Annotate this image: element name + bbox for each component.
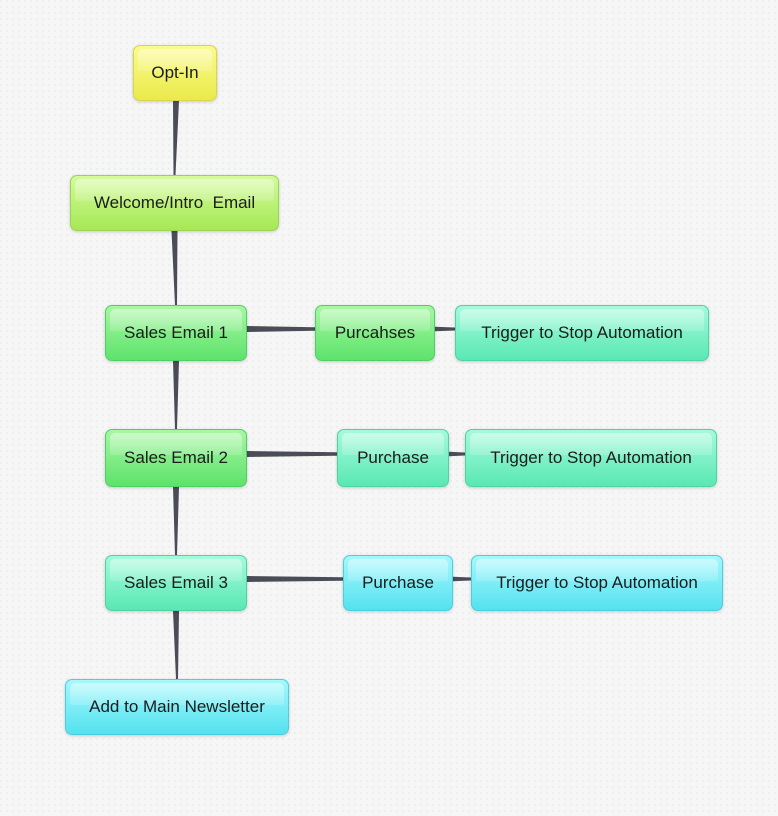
node-purchase-2[interactable]: Purchase [337,429,449,487]
connector-purchase1-to-trigger1 [435,326,455,332]
connector-purchase2-to-trigger2 [449,451,465,457]
node-trigger-stop-automation-2[interactable]: Trigger to Stop Automation [465,429,717,487]
node-label: Trigger to Stop Automation [481,323,683,342]
node-sales-email-3[interactable]: Sales Email 3 [105,555,247,611]
connector-sales3-to-newsletter [173,611,179,679]
node-label: Trigger to Stop Automation [496,573,698,592]
node-sales-email-2[interactable]: Sales Email 2 [105,429,247,487]
node-label: Sales Email 2 [124,448,228,467]
node-welcome-intro-email[interactable]: Welcome/Intro Email [70,175,279,231]
node-add-to-main-newsletter[interactable]: Add to Main Newsletter [65,679,289,735]
node-label: Purchase [362,573,434,592]
node-trigger-stop-automation-3[interactable]: Trigger to Stop Automation [471,555,723,611]
connector-sales2-to-purchase2 [247,451,337,457]
node-label: Trigger to Stop Automation [490,448,692,467]
node-label: Opt-In [151,63,199,82]
connector-optin-to-welcome [173,101,179,175]
node-purchase-1[interactable]: Purcahses [315,305,435,361]
node-label: Purcahses [334,323,416,342]
connector-sales1-to-purchase1 [247,326,315,332]
node-purchase-3[interactable]: Purchase [343,555,453,611]
node-label: Welcome/Intro Email [93,193,256,212]
node-label: Sales Email 1 [124,323,228,342]
node-opt-in[interactable]: Opt-In [133,45,217,101]
flowchart-canvas: Opt-In Welcome/Intro Email Sales Email 1… [0,0,778,816]
node-trigger-stop-automation-1[interactable]: Trigger to Stop Automation [455,305,709,361]
connector-sales1-to-sales2 [173,361,179,429]
connector-welcome-to-sales1 [171,231,178,305]
connector-purchase3-to-trigger3 [453,576,471,582]
node-label: Purchase [357,448,429,467]
node-label: Sales Email 3 [124,573,228,592]
connector-sales2-to-sales3 [173,487,179,555]
connector-sales3-to-purchase3 [247,576,343,582]
node-label: Add to Main Newsletter [89,697,265,716]
node-sales-email-1[interactable]: Sales Email 1 [105,305,247,361]
